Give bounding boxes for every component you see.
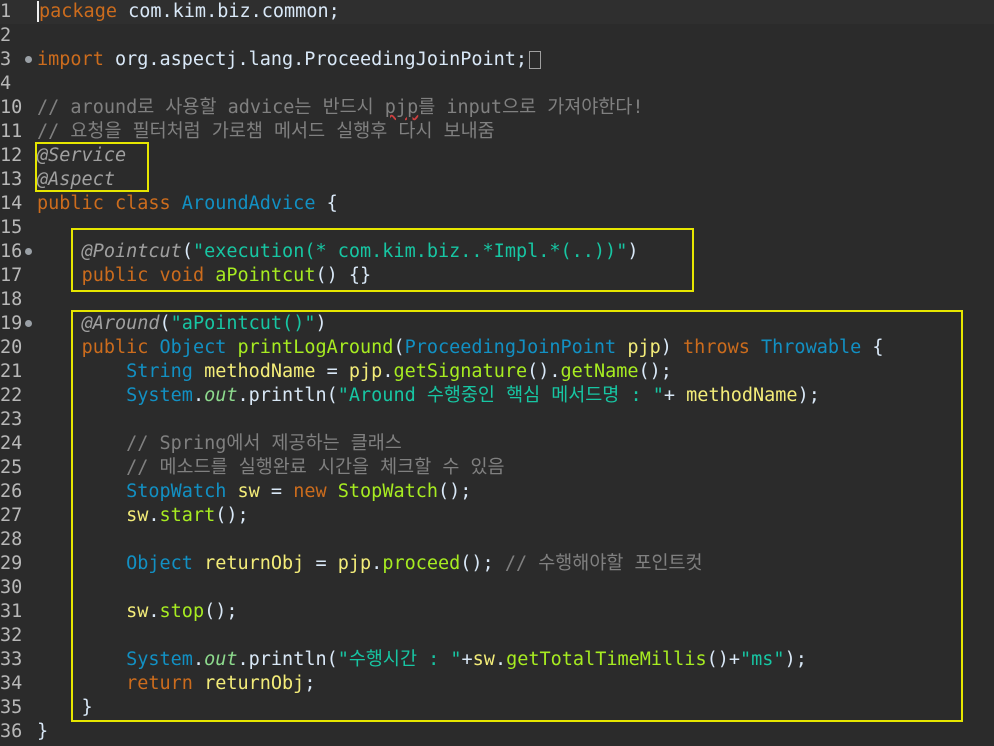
line-number: 35 [0, 697, 23, 718]
line-number: 11 [0, 121, 23, 142]
line-number: 4 [0, 73, 12, 94]
line-number: 17 [0, 265, 23, 286]
highlight-box-pointcut [71, 228, 694, 292]
code-text: package com.kim.biz.common; [37, 0, 340, 24]
line-number: 25 [0, 457, 23, 478]
code-line[interactable]: 3 import org.aspectj.lang.ProceedingJoinP… [0, 48, 994, 72]
line-number: 29 [0, 553, 23, 574]
line-number: 28 [0, 529, 23, 550]
line-number: 23 [0, 409, 23, 430]
line-number: 14 [0, 193, 23, 214]
code-line[interactable]: 10 // around로 사용할 advice는 반드시 pjp를 input으… [0, 96, 994, 120]
code-token: com.kim.biz.common; [116, 1, 340, 22]
code-line[interactable]: 12 @Service [0, 144, 994, 168]
code-token: // 요청을 필터처럼 가로챔 메서드 실행후 다시 보내줌 [37, 121, 495, 142]
line-number: 36 [0, 721, 23, 742]
fold-toggle-icon[interactable] [25, 56, 32, 63]
highlight-box-annotations [35, 142, 149, 192]
code-line[interactable]: 2 [0, 24, 994, 48]
code-text: import org.aspectj.lang.ProceedingJoinPo… [37, 48, 542, 72]
line-number: 32 [0, 625, 23, 646]
code-token: package [39, 1, 117, 22]
code-line[interactable]: 1 package com.kim.biz.common; [0, 0, 994, 24]
line-number: 30 [0, 577, 23, 598]
line-number: 1 [0, 1, 12, 22]
code-token: } [37, 721, 49, 742]
code-token: import [37, 49, 104, 70]
fold-toggle-icon[interactable] [25, 248, 32, 255]
code-token: // around로 사용할 advice는 반드시 pjp를 input으로 … [37, 97, 644, 118]
code-token: { [315, 193, 338, 214]
line-number: 34 [0, 673, 23, 694]
line-number: 18 [0, 289, 23, 310]
line-number: 27 [0, 505, 23, 526]
highlight-box-around-advice [71, 310, 963, 722]
code-line[interactable]: 36} [0, 720, 994, 744]
line-number: 13 [0, 169, 23, 190]
line-number: 20 [0, 337, 23, 358]
code-token: org.aspectj.lang.ProceedingJoinPoint; [103, 49, 528, 70]
code-text: } [37, 720, 48, 744]
line-number: 33 [0, 649, 23, 670]
line-number: 22 [0, 385, 23, 406]
spellcheck-underline: pjp [384, 97, 419, 118]
collapsed-imports-icon[interactable] [529, 51, 542, 69]
line-number: 21 [0, 361, 23, 382]
line-number: 12 [0, 145, 23, 166]
code-text: // around로 사용할 advice는 반드시 pjp를 input으로 … [37, 96, 643, 120]
line-number: 31 [0, 601, 23, 622]
code-text: public class AroundAdvice { [37, 192, 338, 216]
line-number: 15 [0, 217, 23, 238]
line-number: 26 [0, 481, 23, 502]
line-number: 2 [0, 25, 12, 46]
code-line[interactable]: 11 // 요청을 필터처럼 가로챔 메서드 실행후 다시 보내줌 [0, 120, 994, 144]
line-number: 24 [0, 433, 23, 454]
fold-toggle-icon[interactable] [25, 320, 32, 327]
code-line[interactable]: 14 public class AroundAdvice { [0, 192, 994, 216]
code-line[interactable]: 13 @Aspect [0, 168, 994, 192]
line-number: 10 [0, 97, 23, 118]
code-line[interactable]: 4 [0, 72, 994, 96]
code-text: // 요청을 필터처럼 가로챔 메서드 실행후 다시 보내줌 [37, 120, 495, 144]
code-token: public class [37, 193, 182, 214]
code-token: AroundAdvice [181, 193, 316, 214]
